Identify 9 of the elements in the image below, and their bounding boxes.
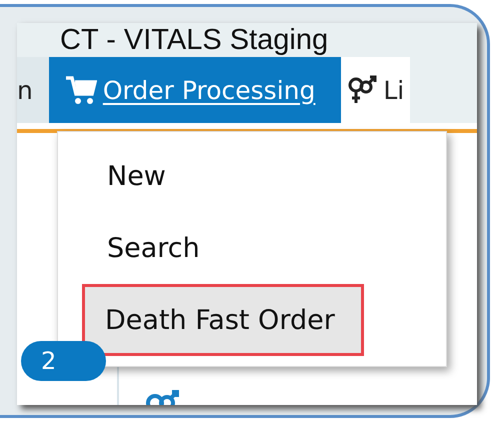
window-title: CT - VITALS Staging [17, 23, 477, 57]
menu-tab[interactable]: Li [341, 57, 410, 123]
cart-icon [64, 75, 97, 105]
count-badge: 2 [21, 341, 106, 381]
menu-tab[interactable]: n [17, 57, 49, 123]
menu-item[interactable]: Death Fast Order [82, 284, 364, 356]
gender-icon [145, 389, 179, 405]
menu-tab[interactable]: Order Processing [48, 57, 342, 123]
gender-icon [347, 75, 378, 105]
